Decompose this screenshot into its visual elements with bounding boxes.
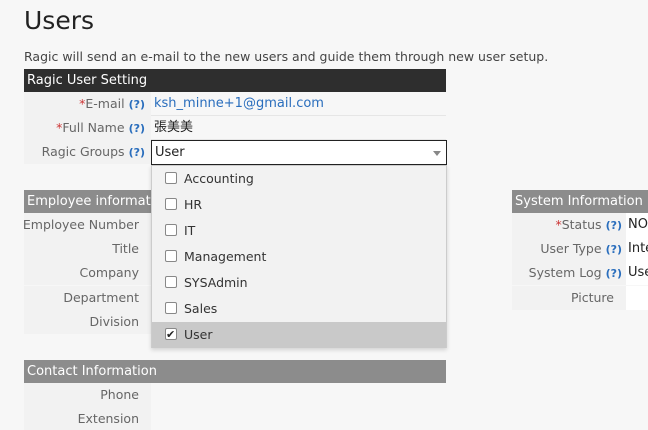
groups-label: Ragic Groups (?) xyxy=(42,140,145,164)
phone-label-cell: Phone xyxy=(24,383,151,407)
system-log-label: System Log (?) xyxy=(529,261,622,285)
user-type-label: User Type (?) xyxy=(540,237,622,261)
checkbox-icon[interactable] xyxy=(165,224,177,236)
group-option-management[interactable]: Management xyxy=(152,244,446,270)
company-label: Company xyxy=(79,265,139,280)
status-row: *Status (?) NO xyxy=(512,213,648,237)
email-label-text: E-mail xyxy=(85,96,125,111)
group-option-accounting[interactable]: Accounting xyxy=(152,166,446,192)
status-help-icon[interactable]: (?) xyxy=(606,219,622,232)
phone-row: Phone xyxy=(24,383,446,407)
division-label-cell: Division xyxy=(24,310,151,334)
status-label: *Status (?) xyxy=(555,213,622,237)
picture-label: Picture xyxy=(571,290,614,305)
checkbox-icon[interactable] xyxy=(165,250,177,262)
user-type-value-cell: Inte xyxy=(626,237,648,261)
phone-value-cell[interactable] xyxy=(151,383,446,407)
fullname-label-text: Full Name xyxy=(62,120,125,135)
system-log-label-cell: System Log (?) xyxy=(512,261,626,285)
department-label-cell: Department xyxy=(24,286,151,310)
fullname-label: *Full Name (?) xyxy=(56,116,145,140)
system-log-row: System Log (?) Use xyxy=(512,261,648,285)
group-option-label: Accounting xyxy=(184,171,254,186)
ragic-groups-select[interactable]: User xyxy=(151,140,447,165)
employee-number-label-cell: Employee Number xyxy=(22,213,151,237)
user-type-help-icon[interactable]: (?) xyxy=(606,243,622,256)
extension-value-cell[interactable] xyxy=(151,407,446,430)
employee-number-row: Employee Number xyxy=(22,213,151,237)
status-value[interactable]: NO xyxy=(628,213,648,237)
extension-row: Extension xyxy=(24,407,446,430)
system-log-value[interactable]: Use xyxy=(628,261,648,285)
group-option-label: Management xyxy=(184,249,267,264)
groups-label-text: Ragic Groups xyxy=(41,144,125,159)
group-option-sysadmin[interactable]: SYSAdmin xyxy=(152,270,446,296)
system-log-help-icon[interactable]: (?) xyxy=(606,267,622,280)
groups-row: Ragic Groups (?) xyxy=(24,140,151,164)
group-option-user[interactable]: User xyxy=(152,322,446,348)
system-info-header: System Information xyxy=(512,190,648,213)
page-title: Users xyxy=(24,6,95,35)
ragic-groups-dropdown: Accounting HR IT Management SYSAdmin Sal… xyxy=(151,165,447,348)
status-label-cell: *Status (?) xyxy=(512,213,626,237)
group-option-label: Sales xyxy=(184,301,218,316)
department-label: Department xyxy=(63,290,139,305)
group-option-sales[interactable]: Sales xyxy=(152,296,446,322)
status-value-cell: NO xyxy=(626,213,648,237)
user-type-row: User Type (?) Inte xyxy=(512,237,648,261)
checkbox-icon[interactable] xyxy=(165,172,177,184)
group-option-it[interactable]: IT xyxy=(152,218,446,244)
title-label-cell: Title xyxy=(24,237,151,261)
email-value-cell: ksh_minne+1@gmail.com xyxy=(151,92,446,116)
fullname-label-cell: *Full Name (?) xyxy=(24,116,151,140)
email-help-icon[interactable]: (?) xyxy=(129,98,145,111)
fullname-help-icon[interactable]: (?) xyxy=(129,122,145,135)
groups-help-icon[interactable]: (?) xyxy=(129,146,145,159)
user-type-label-cell: User Type (?) xyxy=(512,237,626,261)
picture-label-cell: Picture xyxy=(512,286,626,310)
division-label: Division xyxy=(89,314,139,329)
extension-label-cell: Extension xyxy=(24,407,151,430)
picture-row: Picture xyxy=(512,286,648,310)
checkbox-icon[interactable] xyxy=(165,302,177,314)
status-label-text: Status xyxy=(561,217,602,232)
group-option-hr[interactable]: HR xyxy=(152,192,446,218)
employee-info-header: Employee informatio xyxy=(24,190,151,213)
fullname-row: *Full Name (?) 張美美 xyxy=(24,116,446,140)
company-label-cell: Company xyxy=(24,261,151,285)
employee-number-label: Employee Number xyxy=(22,217,139,232)
user-type-value[interactable]: Inte xyxy=(628,237,648,261)
phone-label: Phone xyxy=(100,387,139,402)
department-row: Department xyxy=(24,286,151,310)
groups-label-cell: Ragic Groups (?) xyxy=(24,140,151,164)
group-option-label: HR xyxy=(184,197,203,212)
group-option-label: SYSAdmin xyxy=(184,275,248,290)
title-label: Title xyxy=(112,241,139,256)
intro-text: Ragic will send an e-mail to the new use… xyxy=(24,49,549,64)
ragic-user-setting-header: Ragic User Setting xyxy=(24,69,446,92)
division-row: Division xyxy=(24,310,151,334)
chevron-down-icon[interactable] xyxy=(433,151,441,156)
picture-value-cell[interactable] xyxy=(626,286,648,310)
checkbox-icon[interactable] xyxy=(165,198,177,210)
email-row: *E-mail (?) ksh_minne+1@gmail.com xyxy=(24,92,446,116)
group-option-label: User xyxy=(184,327,213,342)
ragic-groups-selected-value: User xyxy=(155,145,185,160)
checkbox-icon[interactable] xyxy=(165,276,177,288)
title-row: Title xyxy=(24,237,151,261)
email-label-cell: *E-mail (?) xyxy=(24,92,151,116)
user-type-label-text: User Type xyxy=(540,241,602,256)
fullname-value-cell: 張美美 xyxy=(151,116,446,140)
email-value[interactable]: ksh_minne+1@gmail.com xyxy=(154,92,324,116)
checkbox-checked-icon[interactable] xyxy=(165,322,177,348)
extension-label: Extension xyxy=(77,411,139,426)
fullname-value[interactable]: 張美美 xyxy=(154,116,193,140)
contact-info-header: Contact Information xyxy=(24,360,446,383)
email-label: *E-mail (?) xyxy=(79,92,145,116)
system-log-label-text: System Log xyxy=(528,265,602,280)
group-option-label: IT xyxy=(184,223,196,238)
system-log-value-cell: Use xyxy=(626,261,648,285)
company-row: Company xyxy=(24,261,151,285)
